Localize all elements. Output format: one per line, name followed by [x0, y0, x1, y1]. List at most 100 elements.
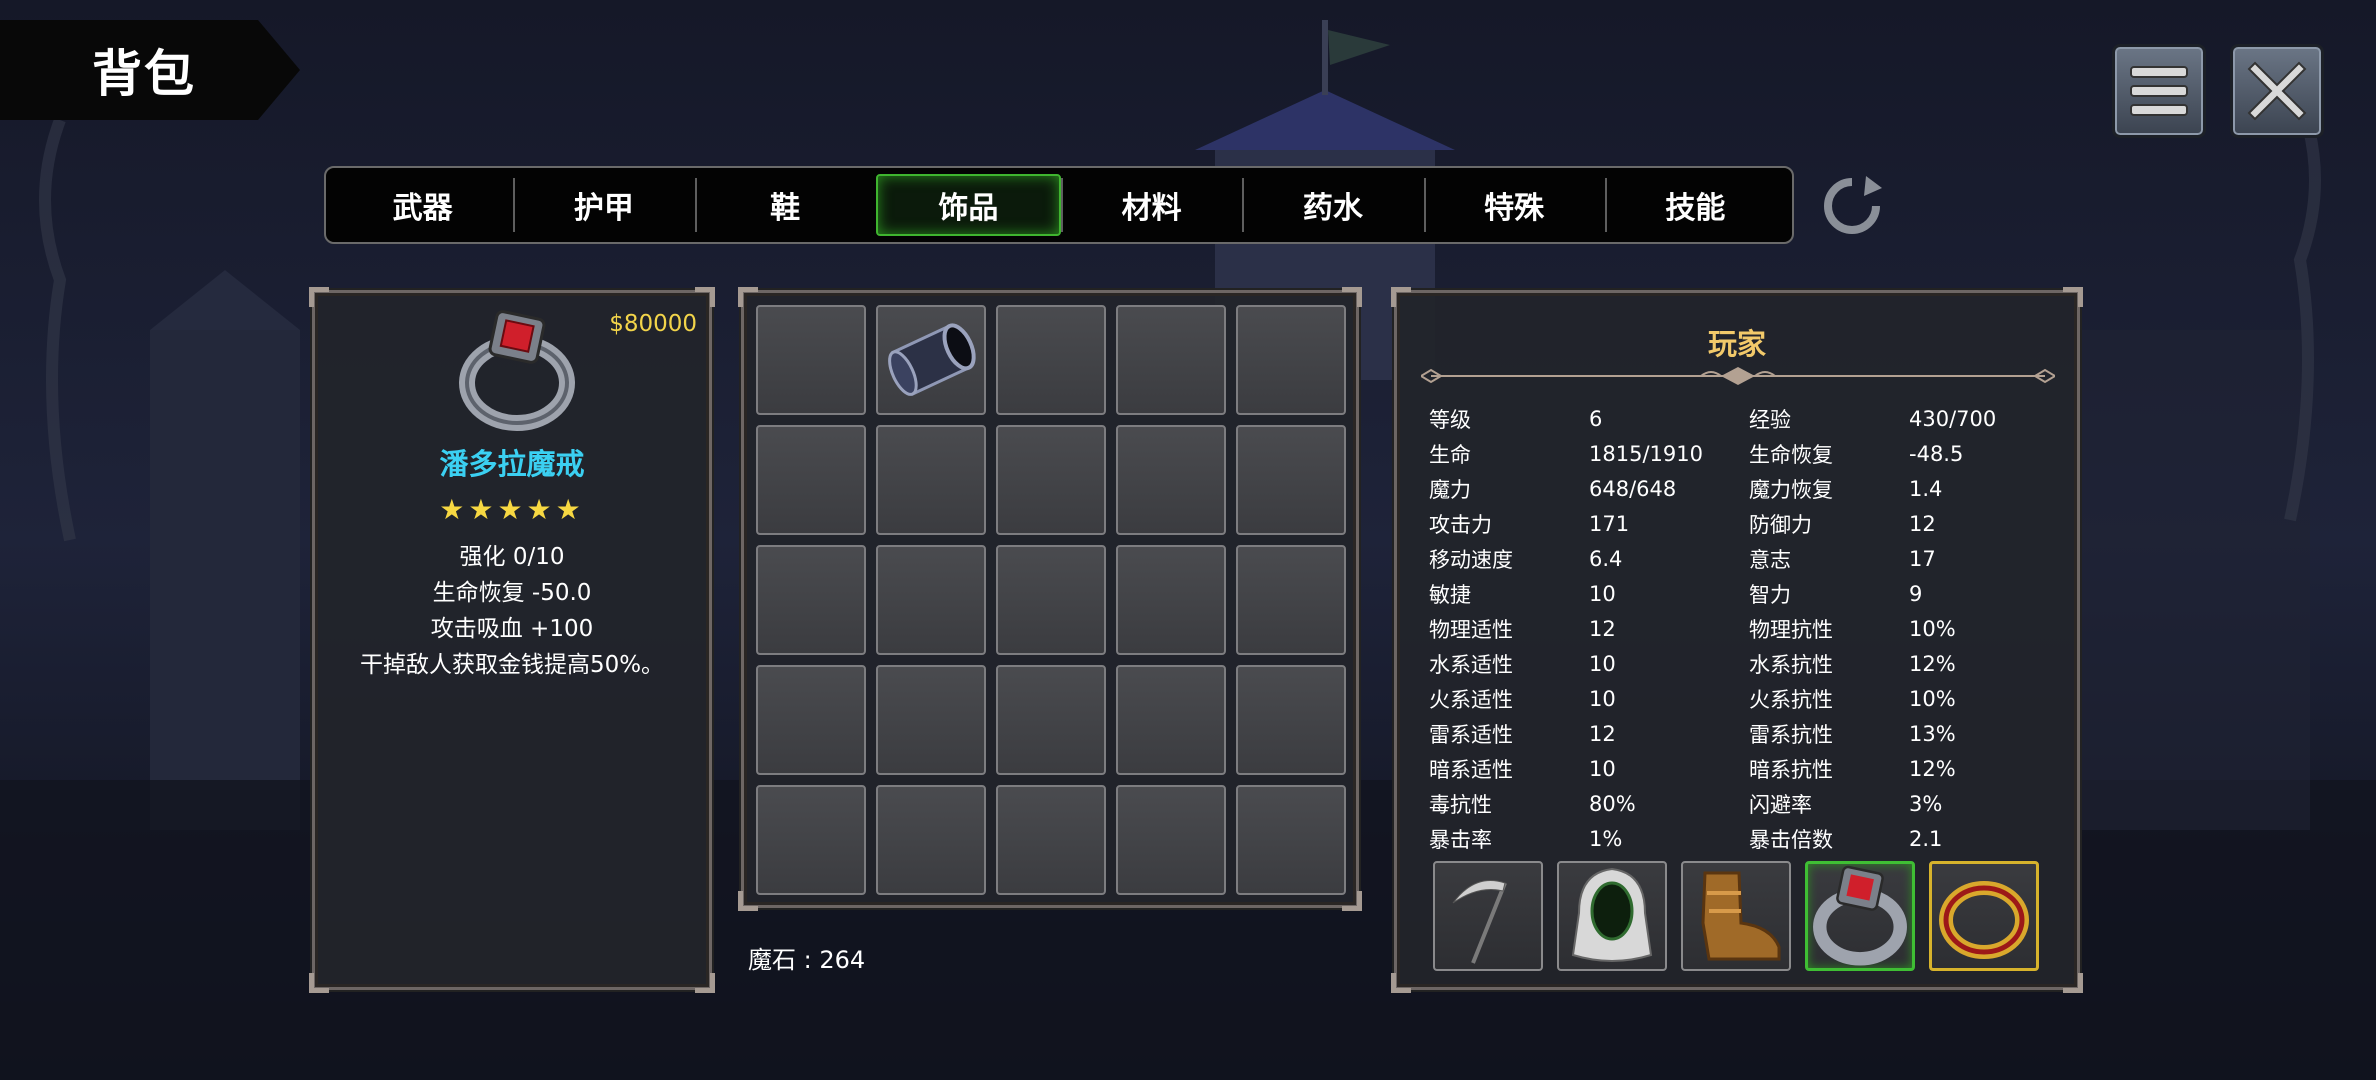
stat-value: 12 — [1589, 721, 1616, 746]
stat-label: 意志 — [1749, 547, 1791, 572]
inventory-slot[interactable] — [996, 665, 1106, 775]
stat-row: 火系适性 10 火系抗性 10% — [1429, 681, 2059, 716]
stat-row: 敏捷 10 智力 9 — [1429, 576, 2059, 611]
tab-accessories[interactable]: 饰品 — [875, 174, 1061, 236]
inventory-slot[interactable] — [756, 785, 866, 895]
player-stats-panel: 玩家 等级 6 经验 430/700 生命 1815/1910 生命恢复 -48.5 魔力 6… — [1391, 287, 2083, 993]
inventory-slot[interactable] — [876, 425, 986, 535]
stat-value: 80% — [1589, 791, 1636, 816]
stat-label: 暴击率 — [1429, 827, 1492, 852]
item-gold-bonus: 干掉敌人获取金钱提高50%。 — [359, 652, 665, 678]
stat-label: 防御力 — [1749, 512, 1812, 537]
stat-label: 生命 — [1429, 442, 1471, 467]
stat-label: 水系适性 — [1429, 652, 1513, 677]
inventory-slot[interactable] — [1236, 665, 1346, 775]
dark-cylinder-icon — [888, 323, 976, 396]
stat-label: 暴击倍数 — [1749, 827, 1833, 852]
inventory-slot[interactable] — [1236, 425, 1346, 535]
inventory-slot[interactable] — [1236, 305, 1346, 415]
stat-label: 雷系抗性 — [1749, 722, 1833, 747]
inventory-slot[interactable] — [1116, 545, 1226, 655]
menu-button[interactable] — [2112, 44, 2206, 138]
inventory-slot[interactable] — [876, 665, 986, 775]
ornament-divider — [1421, 367, 2055, 385]
inventory-slot[interactable] — [996, 425, 1106, 535]
stat-value: 12 — [1589, 616, 1616, 641]
stat-label: 雷系适性 — [1429, 722, 1513, 747]
inventory-slot[interactable] — [756, 545, 866, 655]
tab-special[interactable]: 特殊 — [1423, 174, 1605, 236]
inventory-slot[interactable] — [756, 665, 866, 775]
tab-shoes[interactable]: 鞋 — [694, 174, 876, 236]
item-stars: ★★★★★ — [439, 493, 585, 526]
tab-potions[interactable]: 药水 — [1242, 174, 1423, 236]
inventory-slot[interactable] — [756, 425, 866, 535]
stat-value: 10% — [1909, 616, 1956, 641]
inventory-slot[interactable] — [876, 785, 986, 895]
tab-skills[interactable]: 技能 — [1604, 174, 1786, 236]
refresh-icon[interactable] — [1820, 174, 1884, 238]
stat-label: 毒抗性 — [1429, 792, 1492, 817]
stat-value: 1.4 — [1909, 476, 1943, 501]
item-price: $80000 — [609, 311, 697, 337]
stat-label: 火系适性 — [1429, 687, 1513, 712]
tab-armor[interactable]: 护甲 — [513, 174, 694, 236]
page-title: 背包 — [92, 45, 196, 103]
inventory-slot[interactable] — [996, 305, 1106, 415]
stat-label: 攻击力 — [1429, 512, 1492, 537]
stat-value: 10% — [1909, 686, 1956, 711]
stat-value: 12 — [1909, 511, 1936, 536]
inventory-slot[interactable] — [1116, 305, 1226, 415]
stat-value: 171 — [1589, 511, 1630, 536]
stat-label: 水系抗性 — [1749, 652, 1833, 677]
stat-row: 生命 1815/1910 生命恢复 -48.5 — [1429, 436, 2059, 471]
inventory-slot[interactable] — [876, 545, 986, 655]
tab-materials[interactable]: 材料 — [1061, 174, 1242, 236]
equip-slot-ring[interactable] — [1805, 861, 1915, 971]
category-tabs: 武器 护甲 鞋 饰品 材料 药水 特殊 技能 — [324, 166, 1794, 244]
item-name: 潘多拉魔戒 — [439, 447, 585, 481]
magic-stone-count: 魔石 : 264 — [748, 946, 866, 974]
stat-value: 9 — [1909, 581, 1923, 606]
stat-row: 雷系适性 12 雷系抗性 13% — [1429, 716, 2059, 751]
equip-slot-weapon[interactable] — [1433, 861, 1543, 971]
stat-row: 暴击率 1% 暴击倍数 2.1 — [1429, 821, 2059, 856]
stat-value: 3% — [1909, 791, 1943, 816]
stat-row: 攻击力 171 防御力 12 — [1429, 506, 2059, 541]
stat-label: 暗系适性 — [1429, 757, 1513, 782]
inventory-slot[interactable] — [1236, 545, 1346, 655]
tab-weapons[interactable]: 武器 — [332, 174, 513, 236]
close-icon — [2247, 61, 2307, 121]
inventory-slot[interactable] — [996, 545, 1106, 655]
stat-value: 10 — [1589, 581, 1616, 606]
ring-red-gem-icon — [1813, 865, 1907, 966]
stat-row: 移动速度 6.4 意志 17 — [1429, 541, 2059, 576]
stat-value: 17 — [1909, 546, 1936, 571]
inventory-slot[interactable] — [876, 305, 986, 415]
equip-slot-accessory[interactable] — [1929, 861, 2039, 971]
boots-icon — [1701, 871, 1781, 961]
equip-slot-shoes[interactable] — [1681, 861, 1791, 971]
stat-label: 物理抗性 — [1749, 617, 1833, 642]
inventory-slot[interactable] — [996, 785, 1106, 895]
inventory-slot[interactable] — [1116, 785, 1226, 895]
ring-red-gem-icon — [459, 310, 575, 431]
inventory-slot[interactable] — [1116, 425, 1226, 535]
gold-ring-icon — [1939, 881, 2029, 959]
inventory-slot[interactable] — [1116, 665, 1226, 775]
stat-value: -48.5 — [1909, 441, 1964, 466]
stat-value: 12% — [1909, 651, 1956, 676]
hood-armor-icon — [1571, 867, 1653, 962]
stat-label: 等级 — [1429, 407, 1471, 432]
stat-label: 经验 — [1749, 407, 1791, 432]
equip-slot-armor[interactable] — [1557, 861, 1667, 971]
inventory-slot[interactable] — [1236, 785, 1346, 895]
close-button[interactable] — [2230, 44, 2324, 138]
item-detail-panel: $80000 潘多拉魔戒 ★★★★★ 强化 0/10 生命恢复 -50.0 攻击… — [309, 287, 715, 993]
stat-label: 魔力恢复 — [1749, 477, 1833, 502]
stat-value: 6 — [1589, 406, 1603, 431]
stat-value: 13% — [1909, 721, 1956, 746]
inventory-slot[interactable] — [756, 305, 866, 415]
stat-label: 移动速度 — [1429, 547, 1513, 572]
stat-value: 10 — [1589, 686, 1616, 711]
